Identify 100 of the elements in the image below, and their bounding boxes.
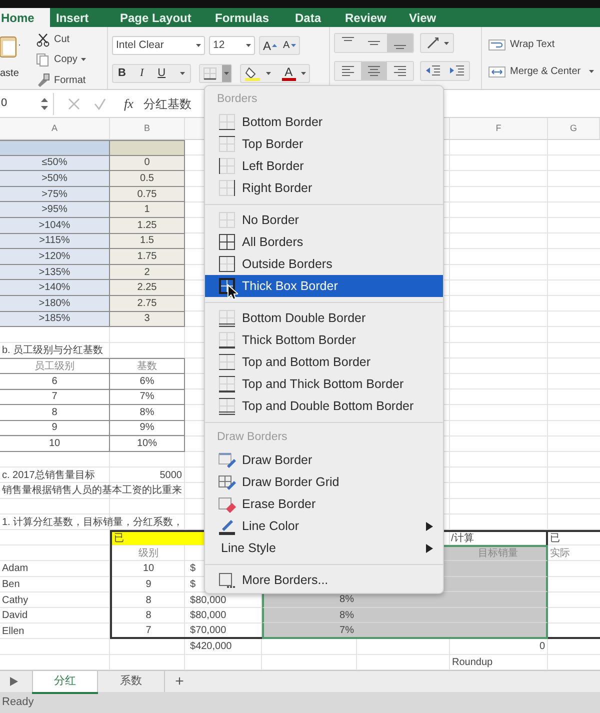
fill-color-icon[interactable] xyxy=(244,66,261,82)
format-button[interactable]: Format xyxy=(54,72,86,88)
menu-item[interactable]: Draw Border Grid xyxy=(205,471,443,493)
table-cell: 7 xyxy=(0,390,110,406)
menu-item[interactable]: Top and Thick Bottom Border xyxy=(205,373,443,395)
text-orientation-icon[interactable] xyxy=(425,35,441,51)
top-align-button[interactable] xyxy=(335,34,361,52)
table-cell: 9% xyxy=(110,420,185,436)
menu-item[interactable]: Top and Double Bottom Border xyxy=(205,395,443,417)
table-cell: 1.25 xyxy=(110,218,185,234)
menu-heading: Borders xyxy=(216,92,258,108)
bottom-align-button[interactable] xyxy=(387,34,413,52)
grow-font-button[interactable]: A xyxy=(263,36,278,54)
sheet-tab[interactable]: 分红 xyxy=(32,671,98,692)
menu-item[interactable]: Top and Bottom Border xyxy=(205,351,443,373)
menu-item[interactable]: More Borders... xyxy=(205,569,443,591)
caret-icon[interactable] xyxy=(266,72,271,75)
menu-item[interactable]: Left Border xyxy=(205,155,443,177)
wrap-text-button[interactable]: Wrap Text xyxy=(510,37,555,52)
menu-item[interactable]: All Borders xyxy=(205,231,443,253)
borders-icon[interactable] xyxy=(200,65,222,82)
align-right-icon xyxy=(394,66,406,76)
font-name-field[interactable]: Intel Clear xyxy=(112,36,205,55)
menu-item[interactable]: Thick Bottom Border xyxy=(205,329,443,351)
scissors-icon xyxy=(36,32,50,47)
shrink-font-button[interactable]: A xyxy=(283,38,296,53)
table-cell: 9 xyxy=(0,420,110,436)
ribbon-tab[interactable]: Data xyxy=(289,8,339,27)
table-cell: 已 xyxy=(548,530,600,546)
menu-item[interactable]: Bottom Border xyxy=(205,111,443,133)
font-color-button[interactable]: A xyxy=(282,66,296,81)
italic-button[interactable]: I xyxy=(140,65,144,82)
pencil-border-icon xyxy=(218,451,236,469)
top-align-icon xyxy=(342,37,354,41)
caret-icon[interactable] xyxy=(444,42,449,44)
menu-item[interactable]: Thick Box Border xyxy=(205,275,443,297)
underline-button[interactable]: U xyxy=(158,65,166,82)
play-icon[interactable] xyxy=(10,677,18,686)
align-center-button[interactable] xyxy=(361,62,387,80)
currency-text: $ xyxy=(189,609,196,624)
merge-center-button[interactable]: Merge & Center xyxy=(510,64,581,79)
menu-item[interactable]: Right Border xyxy=(205,177,443,199)
copy-button[interactable]: Copy xyxy=(54,52,78,68)
table-cell: >75% xyxy=(0,186,110,202)
font-size-field[interactable]: 12 xyxy=(209,36,255,55)
align-left-button[interactable] xyxy=(335,62,361,80)
formula-field[interactable]: 分红基数 xyxy=(143,94,192,112)
border-style-icon xyxy=(218,157,236,175)
ribbon-tab[interactable]: View xyxy=(403,8,453,27)
menu-item[interactable]: Outside Borders xyxy=(205,253,443,275)
cell-text: Roundup xyxy=(452,656,493,670)
table-cell: 8 xyxy=(110,592,185,608)
table-cell: 7% xyxy=(110,390,185,406)
ribbon-tab[interactable]: Home xyxy=(0,8,50,27)
wrap-text-icon[interactable] xyxy=(488,38,506,52)
name-box[interactable]: 0 xyxy=(0,92,54,114)
cell-text: Ellen xyxy=(2,624,24,639)
table-cell: 10% xyxy=(110,436,185,452)
column-header[interactable]: G xyxy=(570,122,577,136)
table-cell: 1.5 xyxy=(110,234,185,250)
merge-icon[interactable] xyxy=(488,64,506,78)
border-style-icon xyxy=(218,375,236,393)
caret-icon[interactable] xyxy=(196,44,201,47)
cut-button[interactable]: Cut xyxy=(54,32,70,48)
bold-button[interactable]: B xyxy=(118,65,126,82)
ribbon-tab[interactable]: Formulas xyxy=(209,8,289,27)
caret-icon[interactable] xyxy=(246,44,251,47)
column-header[interactable]: F xyxy=(496,122,502,136)
sheet-tab[interactable]: 系数 xyxy=(98,671,164,692)
menu-item[interactable]: No Border xyxy=(205,209,443,231)
menu-item[interactable]: Top Border xyxy=(205,133,443,155)
stepper-icon xyxy=(41,98,48,110)
ribbon-tab[interactable]: Page Layout xyxy=(114,8,209,27)
menu-item[interactable]: Draw Border xyxy=(205,449,443,471)
ribbon-tab[interactable]: Insert xyxy=(50,8,114,27)
dotted-box-icon xyxy=(218,571,236,589)
border-style-icon xyxy=(218,397,236,415)
function-button[interactable]: fx xyxy=(124,94,134,114)
decrease-indent-icon[interactable] xyxy=(425,64,441,78)
ribbon-tab[interactable]: Review xyxy=(339,8,403,27)
caret-icon[interactable] xyxy=(300,72,306,75)
middle-align-button[interactable] xyxy=(361,34,387,52)
menu-item[interactable]: Erase Border xyxy=(205,493,443,515)
menu-item[interactable]: Line Style xyxy=(205,537,443,559)
menu-item[interactable]: Bottom Double Border xyxy=(205,307,443,329)
align-right-button[interactable] xyxy=(387,62,413,80)
column-header[interactable]: A xyxy=(51,122,58,136)
column-header[interactable]: B xyxy=(144,122,150,136)
currency-text: $ xyxy=(189,562,196,576)
increase-indent-icon[interactable] xyxy=(449,64,465,78)
status-text: Ready xyxy=(2,695,34,710)
menu-item[interactable]: Line Color xyxy=(205,515,443,537)
caret-icon[interactable] xyxy=(81,58,86,62)
caret-icon[interactable] xyxy=(588,70,594,73)
align-left-icon xyxy=(342,66,354,76)
table-cell: 10 xyxy=(0,436,110,452)
paste-label[interactable]: aste xyxy=(0,69,19,79)
submenu-arrow-icon xyxy=(426,544,433,552)
caret-icon[interactable] xyxy=(180,72,185,75)
cell-text: David xyxy=(2,609,28,624)
